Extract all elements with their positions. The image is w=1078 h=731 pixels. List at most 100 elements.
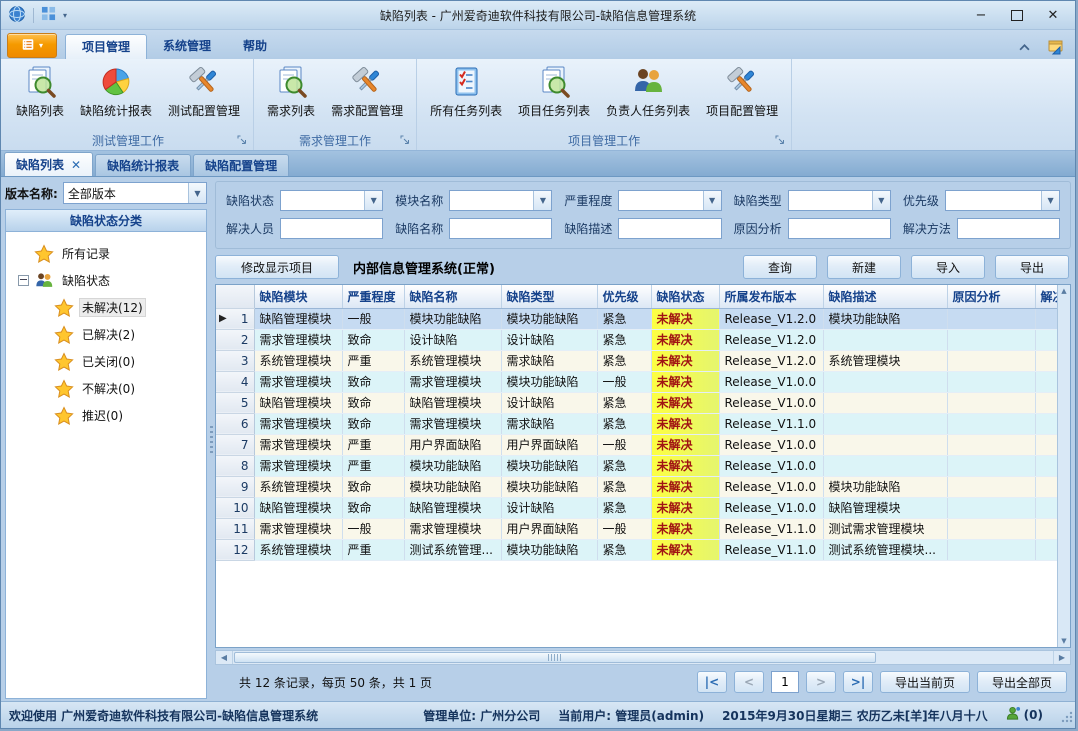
cell-优先级[interactable]: 紧急 [597, 413, 651, 434]
row-number[interactable]: 11 [216, 518, 254, 539]
filter-combo-缺陷状态[interactable]: ▼ [280, 190, 383, 211]
cell-严重程度[interactable]: 致命 [342, 329, 404, 350]
cell-缺陷描述[interactable] [823, 371, 947, 392]
column-header-缺陷名称[interactable]: 缺陷名称 [404, 285, 501, 308]
cell-缺陷模块[interactable]: 缺陷管理模块 [254, 497, 342, 518]
cell-缺陷名称[interactable]: 模块功能缺陷 [404, 455, 501, 476]
cell-缺陷状态[interactable]: 未解决 [651, 455, 719, 476]
scroll-left-icon[interactable]: ◀ [216, 651, 233, 664]
next-page-button[interactable]: > [806, 671, 836, 693]
doc-tab-缺陷统计报表[interactable]: 缺陷统计报表 [95, 154, 191, 176]
row-number[interactable]: 5 [216, 392, 254, 413]
filter-combo-模块名称[interactable]: ▼ [449, 190, 552, 211]
tree-item-不解决(0)[interactable]: 不解决(0) [8, 375, 204, 402]
cell-缺陷类型[interactable]: 模块功能缺陷 [501, 539, 597, 560]
first-page-button[interactable]: |< [697, 671, 727, 693]
cell-原因分析[interactable] [947, 329, 1035, 350]
cell-缺陷类型[interactable]: 需求缺陷 [501, 350, 597, 371]
collapse-node-icon[interactable] [18, 275, 29, 286]
cell-优先级[interactable]: 一般 [597, 518, 651, 539]
row-number[interactable]: 10 [216, 497, 254, 518]
table-row[interactable]: 5缺陷管理模块致命缺陷管理模块设计缺陷紧急未解决Release_V1.0.0 [216, 392, 1071, 413]
app-menu-button[interactable]: ▾ [7, 33, 57, 58]
cell-缺陷模块[interactable]: 需求管理模块 [254, 434, 342, 455]
row-number[interactable]: 3 [216, 350, 254, 371]
row-number[interactable]: 4 [216, 371, 254, 392]
table-row[interactable]: 4需求管理模块致命需求管理模块模块功能缺陷一般未解决Release_V1.0.0 [216, 371, 1071, 392]
cell-缺陷模块[interactable]: 需求管理模块 [254, 413, 342, 434]
close-tab-icon[interactable]: ✕ [71, 158, 81, 172]
cell-原因分析[interactable] [947, 392, 1035, 413]
row-number[interactable]: 6 [216, 413, 254, 434]
scroll-down-icon[interactable]: ▼ [1061, 637, 1066, 645]
row-number[interactable]: ▶1 [216, 308, 254, 329]
cell-优先级[interactable]: 紧急 [597, 539, 651, 560]
cell-优先级[interactable]: 紧急 [597, 455, 651, 476]
notification-area[interactable]: (0) [1006, 706, 1043, 724]
cell-缺陷模块[interactable]: 系统管理模块 [254, 476, 342, 497]
cell-严重程度[interactable]: 一般 [342, 308, 404, 329]
cell-缺陷类型[interactable]: 设计缺陷 [501, 497, 597, 518]
row-number[interactable]: 9 [216, 476, 254, 497]
column-header-所属发布版本[interactable]: 所属发布版本 [719, 285, 823, 308]
cell-缺陷类型[interactable]: 设计缺陷 [501, 392, 597, 413]
cell-缺陷状态[interactable]: 未解决 [651, 539, 719, 560]
cell-原因分析[interactable] [947, 455, 1035, 476]
cell-严重程度[interactable]: 严重 [342, 455, 404, 476]
cell-缺陷名称[interactable]: 模块功能缺陷 [404, 308, 501, 329]
tree-item-推迟(0)[interactable]: 推迟(0) [8, 402, 204, 429]
version-combo[interactable]: 全部版本 ▼ [63, 182, 207, 204]
cell-所属发布版本[interactable]: Release_V1.0.0 [719, 455, 823, 476]
collapse-ribbon-icon[interactable] [1013, 38, 1035, 56]
cell-缺陷状态[interactable]: 未解决 [651, 518, 719, 539]
column-header-缺陷类型[interactable]: 缺陷类型 [501, 285, 597, 308]
chevron-down-icon[interactable]: ▾ [63, 11, 67, 20]
cell-严重程度[interactable]: 严重 [342, 434, 404, 455]
export-current-page-button[interactable]: 导出当前页 [880, 671, 970, 693]
filter-input-原因分析[interactable] [788, 218, 891, 239]
table-row[interactable]: 10缺陷管理模块致命缺陷管理模块设计缺陷紧急未解决Release_V1.0.0缺… [216, 497, 1071, 518]
cell-缺陷类型[interactable]: 用户界面缺陷 [501, 518, 597, 539]
ribbon-button-需求配置管理[interactable]: 需求配置管理 [324, 62, 410, 120]
tree-item-未解决(12)[interactable]: 未解决(12) [8, 294, 204, 321]
cell-缺陷类型[interactable]: 需求缺陷 [501, 413, 597, 434]
cell-缺陷模块[interactable]: 需求管理模块 [254, 329, 342, 350]
ribbon-button-缺陷统计报表[interactable]: 缺陷统计报表 [73, 62, 159, 120]
cell-优先级[interactable]: 紧急 [597, 350, 651, 371]
cell-优先级[interactable]: 紧急 [597, 329, 651, 350]
prev-page-button[interactable]: < [734, 671, 764, 693]
export-all-pages-button[interactable]: 导出全部页 [977, 671, 1067, 693]
cell-缺陷名称[interactable]: 测试系统管理... [404, 539, 501, 560]
cell-缺陷模块[interactable]: 需求管理模块 [254, 518, 342, 539]
vertical-scrollbar[interactable]: ▲ ▼ [1057, 285, 1070, 647]
column-header-原因分析[interactable]: 原因分析 [947, 285, 1035, 308]
cell-缺陷描述[interactable]: 测试系统管理模块... [823, 539, 947, 560]
cell-缺陷描述[interactable]: 缺陷管理模块 [823, 497, 947, 518]
cell-优先级[interactable]: 紧急 [597, 476, 651, 497]
cell-缺陷类型[interactable]: 模块功能缺陷 [501, 455, 597, 476]
table-row[interactable]: 12系统管理模块严重测试系统管理...模块功能缺陷紧急未解决Release_V1… [216, 539, 1071, 560]
cell-所属发布版本[interactable]: Release_V1.1.0 [719, 518, 823, 539]
tree-item-已解决(2)[interactable]: 已解决(2) [8, 321, 204, 348]
cell-缺陷模块[interactable]: 缺陷管理模块 [254, 392, 342, 413]
filter-combo-优先级[interactable]: ▼ [945, 190, 1060, 211]
table-row[interactable]: 7需求管理模块严重用户界面缺陷用户界面缺陷一般未解决Release_V1.0.0 [216, 434, 1071, 455]
filter-input-缺陷描述[interactable] [618, 218, 721, 239]
scroll-up-icon[interactable]: ▲ [1061, 287, 1066, 295]
tree-item-已关闭(0)[interactable]: 已关闭(0) [8, 348, 204, 375]
ribbon-tab-项目管理[interactable]: 项目管理 [65, 34, 147, 59]
column-header-缺陷状态[interactable]: 缺陷状态 [651, 285, 719, 308]
ribbon-button-所有任务列表[interactable]: 所有任务列表 [423, 62, 509, 120]
cell-缺陷模块[interactable]: 系统管理模块 [254, 539, 342, 560]
action-button-查询[interactable]: 查询 [743, 255, 817, 279]
cell-严重程度[interactable]: 致命 [342, 497, 404, 518]
customize-toolbar-icon[interactable] [41, 6, 56, 24]
column-header-缺陷模块[interactable]: 缺陷模块 [254, 285, 342, 308]
cell-严重程度[interactable]: 致命 [342, 392, 404, 413]
cell-严重程度[interactable]: 严重 [342, 350, 404, 371]
cell-优先级[interactable]: 一般 [597, 434, 651, 455]
cell-优先级[interactable]: 一般 [597, 371, 651, 392]
cell-所属发布版本[interactable]: Release_V1.2.0 [719, 308, 823, 329]
cell-缺陷类型[interactable]: 模块功能缺陷 [501, 371, 597, 392]
scroll-right-icon[interactable]: ▶ [1053, 651, 1070, 664]
